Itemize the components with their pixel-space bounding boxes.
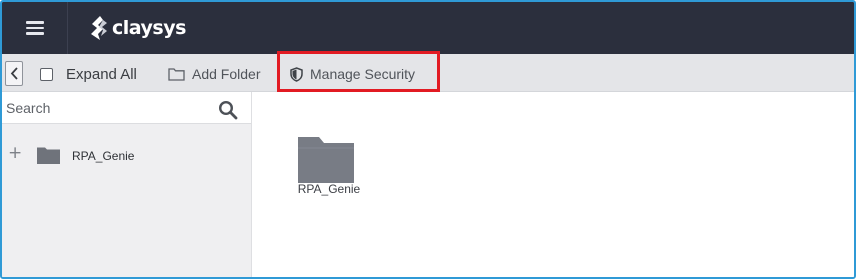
tree-item-label[interactable]: RPA_Genie — [72, 149, 134, 163]
add-folder-label: Add Folder — [192, 66, 261, 82]
shield-icon — [290, 66, 303, 82]
app-window: claysys Expand All Add Folder Manage Sec… — [0, 0, 856, 279]
chevron-left-icon — [10, 67, 18, 80]
add-folder-button[interactable]: Add Folder — [168, 64, 260, 84]
manage-security-button[interactable]: Manage Security — [290, 64, 415, 84]
brand-logo: claysys — [88, 12, 186, 44]
claysys-logo-icon — [91, 16, 107, 40]
folder-sidebar: + RPA_Genie — [2, 92, 252, 277]
search-input[interactable] — [6, 96, 206, 120]
brand-name: claysys — [112, 17, 186, 39]
collapse-sidebar-button[interactable] — [5, 61, 23, 86]
search-bar — [2, 92, 251, 124]
expand-all-toggle[interactable]: Expand All — [40, 64, 137, 84]
expand-all-label: Expand All — [66, 65, 137, 83]
folder-content-area: RPA_Genie — [252, 92, 854, 277]
folder-item-label[interactable]: RPA_Genie — [286, 182, 372, 196]
hamburger-menu-button[interactable] — [2, 2, 68, 54]
search-icon[interactable] — [218, 100, 238, 120]
tree-expand-icon[interactable]: + — [8, 144, 22, 162]
folder-outline-icon — [168, 68, 185, 81]
top-navbar: claysys — [2, 2, 854, 54]
tree-item[interactable]: + RPA_Genie — [2, 144, 251, 168]
expand-all-checkbox[interactable] — [40, 67, 53, 81]
toolbar: Expand All Add Folder Manage Security — [2, 54, 854, 92]
folder-icon — [37, 147, 60, 164]
hamburger-menu-icon — [25, 21, 44, 35]
manage-security-label: Manage Security — [310, 66, 416, 82]
